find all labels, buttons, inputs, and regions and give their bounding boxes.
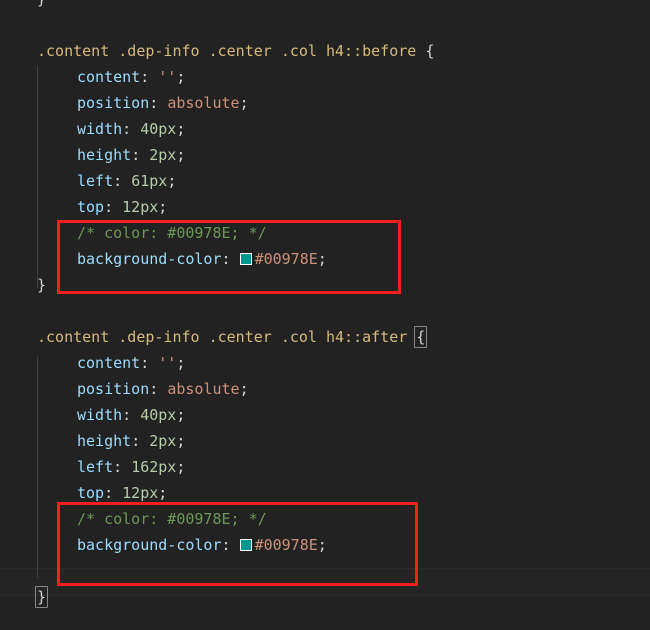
bracket-match-brace: { [414,326,428,348]
punctuation: : [104,484,123,502]
css-property-name: position [77,94,150,112]
punctuation: : [140,354,159,372]
css-property-name: width [77,120,123,138]
css-selector: .content .dep-info .center .col h4::afte… [37,328,408,346]
code-line[interactable]: } [0,0,650,12]
code-line[interactable]: content: ''; [0,64,650,90]
punctuation: ; [239,94,249,112]
punctuation: : [140,68,159,86]
css-number-value: 12px [122,198,159,216]
punctuation: ; [176,458,186,476]
punctuation: } [37,0,46,8]
css-value: '' [158,68,177,86]
code-line[interactable]: background-color: #00978E; [0,246,650,272]
code-line[interactable]: position: absolute; [0,90,650,116]
bracket-match-brace: } [35,586,49,608]
punctuation: ; [176,68,186,86]
code-line[interactable]: height: 2px; [0,142,650,168]
punctuation: : [113,172,132,190]
punctuation: : [122,406,141,424]
punctuation: : [113,458,132,476]
code-line[interactable]: width: 40px; [0,116,650,142]
css-hex-color: #00978E [254,250,318,268]
code-line[interactable]: content: ''; [0,350,650,376]
css-property-name: content [77,354,141,372]
css-selector: .content .dep-info .center .col h4::befo… [37,42,417,60]
css-value: '' [158,354,177,372]
css-number-value: 162px [131,458,177,476]
code-line[interactable]: height: 2px; [0,428,650,454]
color-swatch-decorator[interactable] [239,539,252,551]
punctuation: ; [176,146,186,164]
css-number-value: 61px [131,172,168,190]
punctuation: : [104,198,123,216]
code-line[interactable]: /* color: #00978E; */ [0,506,650,532]
css-property-name: background-color [77,536,222,554]
punctuation: ; [176,406,186,424]
punctuation: ; [158,198,168,216]
code-line[interactable]: .content .dep-info .center .col h4::befo… [0,38,650,64]
editor-surface[interactable]: }.content .dep-info .center .col h4::bef… [0,0,650,630]
css-property-name: top [77,484,105,502]
code-line[interactable] [0,298,650,324]
punctuation: : [149,380,168,398]
punctuation: ; [167,172,177,190]
punctuation: : [122,120,141,138]
code-line[interactable]: width: 40px; [0,402,650,428]
code-line[interactable]: } [0,584,650,610]
code-editor-screenshot: }.content .dep-info .center .col h4::bef… [0,0,650,630]
punctuation: ; [317,250,327,268]
css-keyword: absolute [167,94,240,112]
css-keyword: absolute [167,380,240,398]
css-property-name: position [77,380,150,398]
punctuation: : [149,94,168,112]
punctuation: : [131,432,150,450]
punctuation: } [37,276,47,294]
code-line[interactable]: left: 61px; [0,168,650,194]
css-property-name: width [77,406,123,424]
code-line[interactable] [0,12,650,38]
punctuation: : [131,146,150,164]
css-hex-color: #00978E [254,536,318,554]
punctuation: ; [176,432,186,450]
punctuation: ; [317,536,327,554]
punctuation: : [221,250,240,268]
punctuation: ; [158,484,168,502]
css-property-name: height [77,146,132,164]
css-property-name: content [77,68,141,86]
css-property-name: top [77,198,105,216]
css-property-name: left [77,172,114,190]
css-property-name: background-color [77,250,222,268]
css-number-value: 12px [122,484,159,502]
css-property-name: left [77,458,114,476]
code-line[interactable]: top: 12px; [0,194,650,220]
css-number-value: 40px [140,120,177,138]
css-number-value: 2px [149,432,177,450]
punctuation: ; [176,120,186,138]
punctuation: ; [239,380,249,398]
color-swatch-decorator[interactable] [239,253,252,265]
code-line[interactable]: top: 12px; [0,480,650,506]
code-line[interactable]: position: absolute; [0,376,650,402]
punctuation: { [416,42,435,60]
code-line[interactable]: } [0,272,650,298]
code-line[interactable]: background-color: #00978E; [0,532,650,558]
code-line[interactable]: left: 162px; [0,454,650,480]
css-number-value: 40px [140,406,177,424]
punctuation: : [221,536,240,554]
css-property-name: height [77,432,132,450]
code-line[interactable]: /* color: #00978E; */ [0,220,650,246]
css-number-value: 2px [149,146,177,164]
css-comment: /* color: #00978E; */ [77,510,267,528]
css-comment: /* color: #00978E; */ [77,224,267,242]
punctuation: ; [176,354,186,372]
code-line[interactable] [0,558,650,584]
code-line[interactable]: .content .dep-info .center .col h4::afte… [0,324,650,350]
